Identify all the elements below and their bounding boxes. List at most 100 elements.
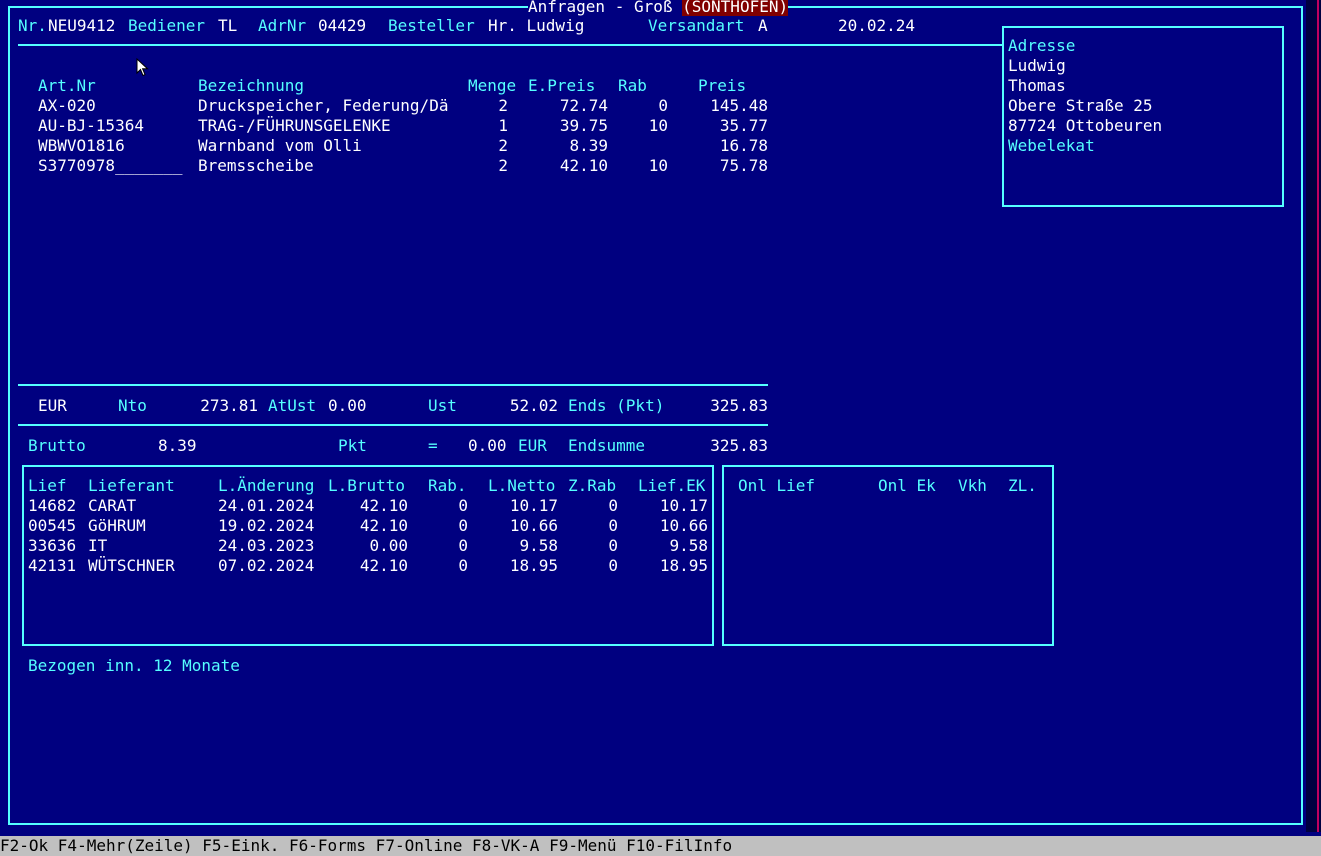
supplier-zrab: 0 <box>608 536 618 555</box>
supplier-lief[interactable]: 14682 <box>28 496 76 516</box>
address-line: Thomas <box>1008 76 1066 95</box>
item-rab[interactable]: 0 <box>618 96 668 116</box>
supplier-brutto: 42.10 <box>359 556 408 575</box>
besteller-field[interactable]: Hr. Ludwig <box>488 16 584 36</box>
supplier-name[interactable]: GöHRUM <box>88 516 146 536</box>
window-title: Anfragen - Groß (SONTHOFEN) <box>528 0 789 16</box>
col-lieferant-header: Lieferant <box>88 476 175 495</box>
ends-value: 325.83 <box>710 396 768 415</box>
nto-label: Nto <box>118 396 147 415</box>
address-heading: Adresse <box>1008 36 1076 55</box>
col-rab-header: Rab <box>618 76 647 95</box>
nr-label: Nr. <box>18 16 47 35</box>
supplier-netto: 18.95 <box>509 556 558 575</box>
mouse-cursor-icon <box>136 58 149 77</box>
col-netto-header: L.Netto <box>488 476 556 495</box>
versandart-field[interactable]: A <box>758 16 768 36</box>
col-bezeichnung-header: Bezeichnung <box>198 76 304 95</box>
atust-label: AtUst <box>268 396 317 415</box>
item-epreis[interactable]: 42.10 <box>528 156 608 176</box>
supplier-netto: 9.58 <box>519 536 558 555</box>
col-preis-header: Preis <box>698 76 747 95</box>
brutto-label: Brutto <box>28 436 86 455</box>
supplier-liefek: 10.17 <box>659 496 708 515</box>
supplier-aenderung: 24.01.2024 <box>218 496 315 515</box>
item-rab[interactable]: 10 <box>618 116 668 136</box>
supplier-brutto: 0.00 <box>369 536 408 555</box>
col-menge-header: Menge <box>468 76 517 95</box>
supplier-brutto: 42.10 <box>359 496 408 515</box>
header-divider <box>18 44 1003 46</box>
versandart-label: Versandart <box>648 16 745 35</box>
ends-label: Ends (Pkt) <box>568 396 665 415</box>
brutto-value: 8.39 <box>158 436 197 455</box>
adrnr-field[interactable]: 04429 <box>318 16 366 36</box>
item-epreis[interactable]: 39.75 <box>528 116 608 136</box>
supplier-lief[interactable]: 00545 <box>28 516 76 536</box>
bediener-label: Bediener <box>128 16 206 35</box>
item-bezeichnung[interactable]: Bremsscheibe <box>198 156 314 176</box>
location-badge: (SONTHOFEN) <box>682 0 789 16</box>
supplier-rab: 0 <box>458 556 468 575</box>
item-menge[interactable]: 2 <box>448 156 508 176</box>
supplier-rab: 0 <box>458 536 468 555</box>
nto-value: 273.81 <box>200 396 258 415</box>
endsumme-label: Endsumme <box>568 436 646 455</box>
item-artnr[interactable]: S3770978_______ <box>38 156 183 176</box>
adrnr-label: AdrNr <box>258 16 307 35</box>
atust-value: 0.00 <box>328 396 367 415</box>
totals-currency: EUR <box>38 396 67 415</box>
item-epreis[interactable]: 8.39 <box>528 136 608 156</box>
supplier-brutto: 42.10 <box>359 516 408 535</box>
supplier-netto: 10.66 <box>509 516 558 535</box>
item-menge[interactable]: 2 <box>448 96 508 116</box>
pkt-equals: = <box>428 436 438 455</box>
bediener-field[interactable]: TL <box>218 16 237 36</box>
besteller-label: Besteller <box>388 16 475 35</box>
item-artnr[interactable]: AX-020 <box>38 96 96 116</box>
address-line: 87724 Ottobeuren <box>1008 116 1163 135</box>
col-onllief-header: Onl Lief <box>738 476 816 495</box>
col-lief-header: Lief <box>28 476 67 495</box>
supplier-zrab: 0 <box>608 516 618 535</box>
item-rab[interactable]: 10 <box>618 156 668 176</box>
date-field[interactable]: 20.02.24 <box>838 16 915 36</box>
ust-label: Ust <box>428 396 457 415</box>
supplier-aenderung: 19.02.2024 <box>218 516 315 535</box>
supplier-lief[interactable]: 42131 <box>28 556 76 576</box>
supplier-liefek: 9.58 <box>669 536 708 555</box>
col-vkh-header: Vkh <box>958 476 987 495</box>
supplier-name[interactable]: IT <box>88 536 107 556</box>
item-bezeichnung[interactable]: Druckspeicher, Federung/Dä <box>198 96 448 116</box>
ust-value: 52.02 <box>509 396 558 415</box>
pkt-value: 0.00 <box>468 436 507 455</box>
nr-field[interactable]: NEU9412 <box>48 16 115 36</box>
pkt-currency: EUR <box>518 436 547 455</box>
item-bezeichnung[interactable]: Warnband vom Olli <box>198 136 362 156</box>
supplier-zrab: 0 <box>608 556 618 575</box>
item-epreis[interactable]: 72.74 <box>528 96 608 116</box>
col-onlek-header: Onl Ek <box>878 476 936 495</box>
item-menge[interactable]: 1 <box>448 116 508 136</box>
col-aenderung-header: L.Änderung <box>218 476 315 495</box>
address-line: Obere Straße 25 <box>1008 96 1153 115</box>
col-epreis-header: E.Preis <box>528 76 596 95</box>
item-preis: 16.78 <box>719 136 768 155</box>
col-liefek-header: Lief.EK <box>638 476 706 495</box>
title-text: Anfragen - Groß <box>528 0 673 16</box>
col-zrab-header: Z.Rab <box>568 476 617 495</box>
col-artnr-header: Art.Nr <box>38 76 96 95</box>
supplier-lief[interactable]: 33636 <box>28 536 76 556</box>
item-menge[interactable]: 2 <box>448 136 508 156</box>
item-artnr[interactable]: AU-BJ-15364 <box>38 116 144 136</box>
address-tag[interactable]: Webelekat <box>1008 136 1095 156</box>
supplier-name[interactable]: CARAT <box>88 496 136 516</box>
col-rab-header: Rab. <box>428 476 467 495</box>
supplier-rab: 0 <box>458 516 468 535</box>
supplier-name[interactable]: WÜTSCHNER <box>88 556 175 576</box>
totals-divider-top <box>18 384 768 386</box>
item-bezeichnung[interactable]: TRAG-/FÜHRUNSGELENKE <box>198 116 391 136</box>
item-artnr[interactable]: WBWVO1816 <box>38 136 125 156</box>
function-key-bar[interactable]: F2-Ok F4-Mehr(Zeile) F5-Eink. F6-Forms F… <box>0 836 1321 856</box>
col-zl-header: ZL. <box>1008 476 1037 495</box>
